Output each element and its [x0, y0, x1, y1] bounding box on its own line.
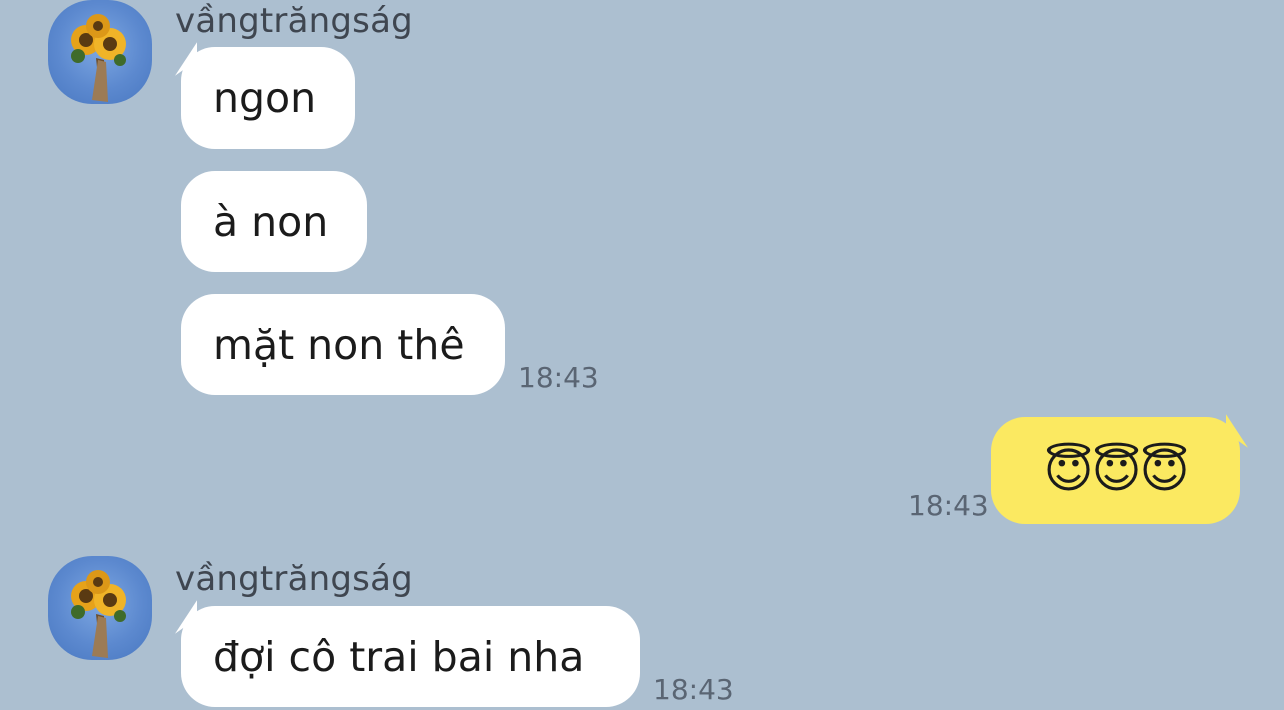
sunflower-avatar-icon	[71, 14, 126, 102]
message-bubble[interactable]: à non	[181, 171, 367, 272]
chat-thread: vầngtrăngság ngon à non mặt non thê 18:4…	[0, 0, 1284, 710]
sunflower-avatar-icon	[71, 570, 126, 658]
sender-name: vầngtrăngság	[175, 559, 413, 599]
outgoing-message-bubble[interactable]: 😇😇😇	[991, 417, 1240, 524]
message-timestamp: 18:43	[518, 361, 599, 394]
message-timestamp: 18:43	[653, 673, 734, 706]
sender-name: vầngtrăngság	[175, 1, 413, 41]
message-bubble[interactable]: đợi cô trai bai nha	[181, 606, 640, 707]
sender-avatar[interactable]	[48, 0, 152, 104]
sender-avatar[interactable]	[48, 556, 152, 660]
message-bubble[interactable]: ngon	[181, 47, 355, 149]
message-timestamp: 18:43	[908, 489, 989, 522]
message-bubble[interactable]: mặt non thê	[181, 294, 505, 395]
